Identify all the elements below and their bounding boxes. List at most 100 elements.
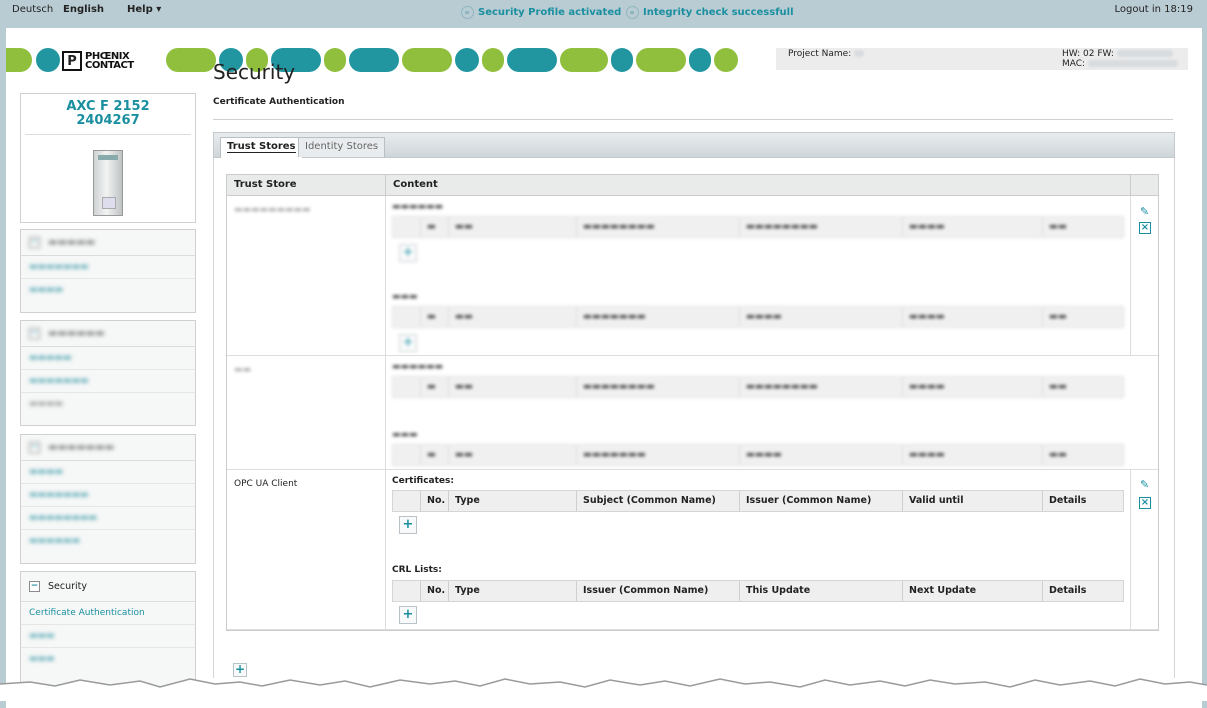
crl-col-details: Details	[1049, 585, 1087, 596]
band-pill	[6, 48, 32, 72]
cert-col-no: No.	[421, 491, 449, 511]
lock-icon	[461, 6, 474, 19]
top-bar: Deutsch English Help ▾ Security Profile …	[0, 0, 1207, 27]
crl-col-this-update: This Update	[740, 581, 903, 601]
tab-trust-stores[interactable]: Trust Stores	[220, 137, 303, 159]
band-pill	[402, 48, 452, 72]
nav-group-header-security[interactable]: − Security	[21, 572, 195, 602]
nav-item[interactable]: ▬▬▬▬	[21, 461, 195, 484]
nav-item[interactable]: ▬▬▬▬	[21, 279, 195, 302]
nav-item[interactable]: ▬▬▬	[21, 648, 195, 671]
torn-edge	[0, 678, 1207, 701]
nav-item[interactable]: ▬▬▬▬▬▬▬	[21, 484, 195, 507]
band-pill	[166, 48, 216, 72]
nav-item[interactable]: ▬▬▬▬	[21, 393, 195, 416]
trust-store-name: OPC UA Client	[227, 470, 386, 629]
nav-group-header[interactable]: − ▬▬▬▬▬	[21, 230, 195, 256]
crl-col-no: No.	[421, 581, 449, 601]
band-pill	[324, 48, 346, 72]
add-crl-button[interactable]: +	[399, 606, 417, 624]
page-subtitle: Certificate Authentication	[213, 97, 345, 107]
crl-col-issuer: Issuer (Common Name)	[577, 581, 740, 601]
project-info: Project Name: HW: 02 FW: MAC:	[776, 48, 1188, 70]
table-row: ▬▬▬▬▬▬▬▬▬ ▬▬▬▬▬▬ ▬ ▬▬ ▬▬▬▬▬▬▬▬ ▬▬▬▬▬▬▬▬ ▬▬▬▬…	[227, 196, 1158, 356]
table-row: ▬▬ ▬▬▬▬▬▬ ▬ ▬▬ ▬▬▬▬▬▬▬▬ ▬▬▬▬▬▬▬▬ ▬▬▬▬ ▬▬ ▬▬▬ …	[227, 356, 1158, 470]
crl-subtable-header: ▬ ▬▬ ▬▬▬▬▬▬▬ ▬▬▬▬ ▬▬▬▬ ▬▬	[392, 306, 1124, 328]
tab-identity-stores[interactable]: Identity Stores	[298, 137, 386, 157]
device-order-number: 2404267	[76, 113, 140, 128]
divider	[213, 119, 1173, 120]
device-model: AXC F 2152	[66, 99, 150, 114]
nav-group-diagnostics: − ▬▬▬▬▬▬ ▬▬▬▬▬ ▬▬▬▬▬▬▬ ▬▬▬▬	[20, 320, 196, 426]
cert-col-subject: Subject (Common Name)	[577, 491, 740, 511]
language-german-link[interactable]: Deutsch	[12, 4, 53, 15]
certificates-subtable-header: ▬ ▬▬ ▬▬▬▬▬▬▬▬ ▬▬▬▬▬▬▬▬ ▬▬▬▬ ▬▬	[392, 216, 1124, 238]
delete-icon[interactable]: ×	[1139, 497, 1151, 509]
col-content: Content	[386, 175, 1131, 195]
edit-icon[interactable]: ✎	[1140, 206, 1151, 217]
collapse-icon: −	[29, 237, 40, 248]
col-trust-store: Trust Store	[227, 175, 386, 195]
cert-col-issuer: Issuer (Common Name)	[740, 491, 903, 511]
crl-subtable-header: No. Type Issuer (Common Name) This Updat…	[392, 580, 1124, 602]
nav-item[interactable]: ▬▬▬▬▬▬▬	[21, 370, 195, 393]
trust-store-table: Trust Store Content ▬▬▬▬▬▬▬▬▬ ▬▬▬▬▬▬ ▬ ▬▬…	[226, 174, 1159, 631]
certificates-title: Certificates:	[392, 476, 454, 486]
help-menu[interactable]: Help ▾	[127, 4, 161, 15]
nav-group-header[interactable]: − ▬▬▬▬▬▬▬	[21, 435, 195, 461]
certificates-subtable-header: No. Type Subject (Common Name) Issuer (C…	[392, 490, 1124, 512]
nav-item[interactable]: ▬▬▬▬▬▬▬▬	[21, 507, 195, 530]
table-row-opc-ua-client: OPC UA Client Certificates: No. Type Sub…	[227, 470, 1158, 630]
nav-item[interactable]: ▬▬▬	[21, 625, 195, 648]
band-pill	[636, 48, 686, 72]
band-pill	[36, 48, 60, 72]
integrity-check-status[interactable]: Integrity check successfull	[626, 6, 794, 19]
security-profile-status[interactable]: Security Profile activated	[461, 6, 621, 19]
crl-col-next-update: Next Update	[903, 581, 1043, 601]
security-profile-label: Security Profile activated	[478, 7, 622, 18]
cert-col-type: Type	[449, 491, 577, 511]
integrity-check-label: Integrity check successfull	[643, 7, 794, 18]
collapse-icon: −	[29, 442, 40, 453]
crl-subtable-header: ▬ ▬▬ ▬▬▬▬▬▬▬ ▬▬▬▬ ▬▬▬▬ ▬▬	[392, 444, 1124, 466]
delete-icon[interactable]: ×	[1139, 222, 1151, 234]
add-crl-button[interactable]: +	[399, 334, 417, 352]
crl-col-type: Type	[449, 581, 577, 601]
nav-item-certificate-authentication[interactable]: Certificate Authentication	[21, 602, 195, 625]
brand-band: P PHŒNIX CONTACT	[6, 48, 746, 72]
nav-item[interactable]: ▬▬▬▬▬▬▬	[21, 256, 195, 279]
band-pill	[611, 48, 633, 72]
nav-group-configuration: − ▬▬▬▬▬▬▬ ▬▬▬▬ ▬▬▬▬▬▬▬ ▬▬▬▬▬▬▬▬ ▬▬▬▬▬▬	[20, 434, 196, 564]
band-pill	[455, 48, 479, 72]
nav-group-header[interactable]: − ▬▬▬▬▬▬	[21, 321, 195, 347]
band-pill	[714, 48, 738, 72]
cert-col-details: Details	[1049, 495, 1087, 506]
band-pill	[560, 48, 608, 72]
collapse-icon: −	[29, 328, 40, 339]
phoenix-contact-logo: P PHŒNIX CONTACT	[62, 50, 162, 72]
crl-title: CRL Lists:	[392, 565, 442, 575]
add-certificate-button[interactable]: +	[399, 516, 417, 534]
nav-group-title: Security	[48, 581, 88, 592]
nav-group-overview: − ▬▬▬▬▬ ▬▬▬▬▬▬▬ ▬▬▬▬	[20, 229, 196, 313]
tab-strip: Trust Stores Identity Stores	[213, 132, 1175, 159]
band-pill	[689, 48, 711, 72]
add-certificate-button[interactable]: +	[399, 244, 417, 262]
device-image	[93, 150, 123, 216]
hw-fw-label: HW: 02 FW:	[1062, 49, 1114, 59]
collapse-icon: −	[29, 581, 40, 592]
band-pill	[482, 48, 504, 72]
nav-item[interactable]: ▬▬▬▬▬	[21, 347, 195, 370]
project-name-label: Project Name:	[788, 49, 852, 59]
mac-label: MAC:	[1062, 59, 1086, 69]
logout-link[interactable]: Logout in 18:19	[1114, 4, 1193, 15]
logo-mark-icon: P	[62, 51, 82, 71]
device-card: AXC F 2152 2404267	[20, 93, 196, 223]
certificates-subtable-header: ▬ ▬▬ ▬▬▬▬▬▬▬▬ ▬▬▬▬▬▬▬▬ ▬▬▬▬ ▬▬	[392, 376, 1124, 398]
language-english-link[interactable]: English	[63, 4, 104, 15]
table-header: Trust Store Content	[227, 175, 1158, 196]
lock-icon	[626, 6, 639, 19]
page-title: Security	[213, 60, 296, 84]
nav-item[interactable]: ▬▬▬▬▬▬	[21, 530, 195, 553]
edit-icon[interactable]: ✎	[1140, 479, 1151, 490]
